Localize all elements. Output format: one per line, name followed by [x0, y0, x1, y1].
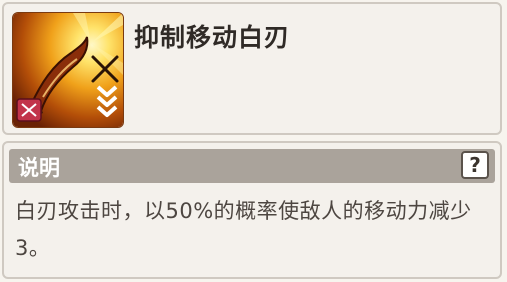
- description-header: 说明 ?: [9, 149, 495, 183]
- description-header-label: 说明: [18, 156, 60, 180]
- skill-panel: 抑制移动白刃: [2, 2, 502, 135]
- description-text: 白刃攻击时，以50%的概率使敌人的移动力减少3。: [15, 199, 472, 260]
- skill-title: 抑制移动白刃: [134, 23, 291, 52]
- help-button[interactable]: ?: [461, 151, 489, 179]
- description-panel: 说明 ? 白刃攻击时，以50%的概率使敌人的移动力减少3。: [2, 141, 502, 279]
- blade-debuff-icon: [12, 12, 124, 128]
